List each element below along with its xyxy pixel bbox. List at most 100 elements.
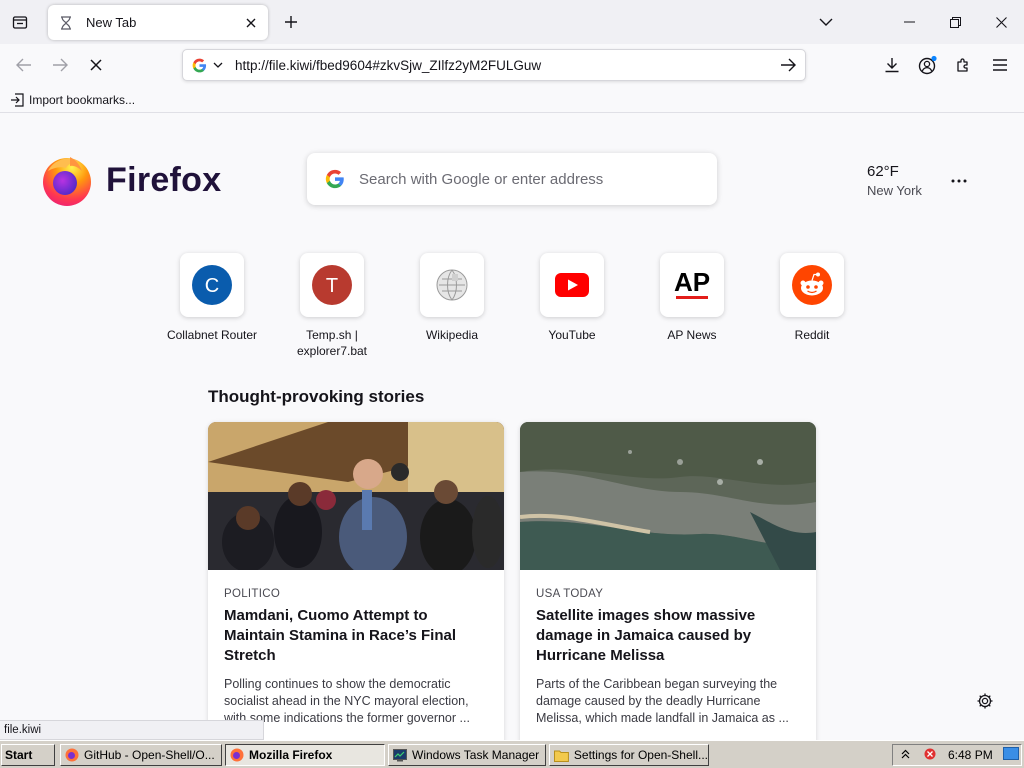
close-tab-button[interactable] [240, 12, 262, 34]
close-icon [246, 18, 256, 27]
download-icon [885, 58, 899, 73]
story-source: USA TODAY [536, 588, 604, 600]
shortcut-label: Temp.sh | explorer7.bat [296, 328, 368, 358]
folder-icon [554, 750, 569, 762]
forward-button[interactable] [45, 50, 75, 80]
tab-new-tab[interactable]: New Tab [48, 5, 268, 40]
ap-news-logo: AP [674, 267, 710, 299]
reddit-alien-icon [792, 265, 832, 305]
shortcut-label: Reddit [794, 328, 830, 342]
account-button[interactable] [913, 50, 943, 80]
minimize-icon [903, 21, 915, 23]
shortcut-letter: T [326, 275, 338, 297]
new-tab-button[interactable] [278, 9, 304, 35]
task-label: Mozilla Firefox [249, 748, 333, 762]
chevron-down-icon [213, 62, 222, 68]
story-card[interactable]: USA TODAY Satellite images show massive … [520, 422, 816, 740]
url-input[interactable] [231, 57, 771, 73]
more-dots-icon [951, 179, 967, 183]
firefox-logo: Firefox [40, 153, 221, 207]
back-button[interactable] [9, 50, 39, 80]
account-icon [918, 55, 937, 75]
puzzle-piece-icon [957, 58, 968, 72]
story-excerpt: Parts of the Caribbean began surveying t… [536, 677, 789, 725]
tab-strip: New Tab [0, 0, 1024, 44]
shortcut-temp-sh[interactable]: T Temp.sh | explorer7.bat [272, 253, 392, 359]
tab-title: New Tab [86, 15, 137, 30]
search-engine-button[interactable] [183, 50, 231, 80]
navigation-toolbar [0, 44, 1024, 86]
shortcut-label: Collabnet Router [166, 328, 258, 342]
taskbar-item-firefox[interactable]: Mozilla Firefox [225, 744, 385, 766]
start-button[interactable]: Start [1, 744, 55, 766]
stop-icon [90, 59, 102, 71]
loading-hourglass-icon [58, 15, 74, 31]
shortcut-wikipedia[interactable]: Wikipedia [392, 253, 512, 343]
shortcut-label: AP News [667, 328, 717, 342]
weather-menu-button[interactable] [945, 171, 973, 191]
top-sites: C Collabnet Router T Temp.sh | explorer7… [152, 253, 872, 363]
letter-c-icon: C [192, 265, 232, 305]
import-icon [11, 93, 24, 107]
shortcut-tile [780, 253, 844, 317]
newtab-search-box[interactable]: Search with Google or enter address [307, 153, 717, 205]
taskbar-item-github[interactable]: GitHub - Open-Shell/O... [60, 744, 222, 766]
gear-icon [977, 693, 993, 709]
windows-taskbar: Start GitHub - Open-Shell/O... Mozilla F… [0, 740, 1024, 768]
story-card[interactable]: POLITICO Mamdani, Cuomo Attempt to Maint… [208, 422, 504, 740]
clock[interactable]: 6:48 PM [948, 748, 993, 762]
show-desktop-icon[interactable] [1002, 747, 1019, 763]
youtube-play-icon [555, 273, 589, 297]
shortcut-tile [420, 253, 484, 317]
shortcut-collabnet-router[interactable]: C Collabnet Router [152, 253, 272, 343]
story-photo-press-conference [208, 422, 504, 570]
shortcut-tile: C [180, 253, 244, 317]
chevron-down-icon [819, 18, 833, 26]
personalize-button[interactable] [974, 690, 996, 712]
arrow-right-icon [781, 58, 796, 72]
shortcut-ap-news[interactable]: AP AP News [632, 253, 752, 343]
minimize-button[interactable] [886, 0, 932, 44]
arrow-right-icon [53, 58, 68, 72]
taskbar-item-open-shell-settings[interactable]: Settings for Open-Shell... [549, 744, 709, 766]
close-window-button[interactable] [978, 0, 1024, 44]
story-headline: Satellite images show massive damage in … [536, 607, 756, 664]
firefox-small-icon [230, 748, 244, 762]
task-label: Windows Task Manager [412, 748, 540, 762]
list-all-tabs-button[interactable] [6, 8, 34, 36]
shortcut-label: YouTube [548, 328, 596, 342]
task-manager-icon [393, 749, 407, 762]
stop-loading-button[interactable] [81, 50, 111, 80]
address-bar[interactable] [182, 49, 806, 81]
system-tray: 6:48 PM [892, 744, 1022, 766]
tray-expand-icon[interactable] [901, 748, 910, 762]
letter-t-icon: T [312, 265, 352, 305]
hamburger-menu-icon [993, 59, 1007, 71]
tabs-dropdown-button[interactable] [812, 9, 840, 35]
taskbar-item-task-manager[interactable]: Windows Task Manager [388, 744, 546, 766]
shortcut-reddit[interactable]: Reddit [752, 253, 872, 343]
extensions-button[interactable] [949, 50, 979, 80]
shortcut-letter: C [205, 275, 219, 297]
import-bookmarks-button[interactable]: Import bookmarks... [10, 90, 135, 110]
go-button[interactable] [771, 50, 805, 80]
ap-logo-text: AP [674, 267, 710, 297]
tab-list-icon [12, 16, 28, 29]
restore-button[interactable] [932, 0, 978, 44]
shortcut-youtube[interactable]: YouTube [512, 253, 632, 343]
app-menu-button[interactable] [985, 50, 1015, 80]
task-label: Settings for Open-Shell... [573, 748, 708, 762]
shortcut-tile [540, 253, 604, 317]
network-error-icon[interactable] [924, 748, 936, 763]
search-placeholder: Search with Google or enter address [359, 170, 604, 188]
close-icon [995, 16, 1007, 28]
firefox-wordmark: Firefox [106, 160, 222, 199]
weather-temperature: 62°F [867, 163, 899, 180]
firefox-small-icon [65, 748, 79, 762]
weather-widget[interactable]: 62°F New York [867, 163, 922, 198]
plus-icon [285, 16, 297, 28]
downloads-button[interactable] [877, 50, 907, 80]
weather-city: New York [867, 183, 922, 198]
new-tab-page: Firefox Search with Google or enter addr… [0, 113, 1024, 740]
restore-icon [949, 16, 961, 28]
